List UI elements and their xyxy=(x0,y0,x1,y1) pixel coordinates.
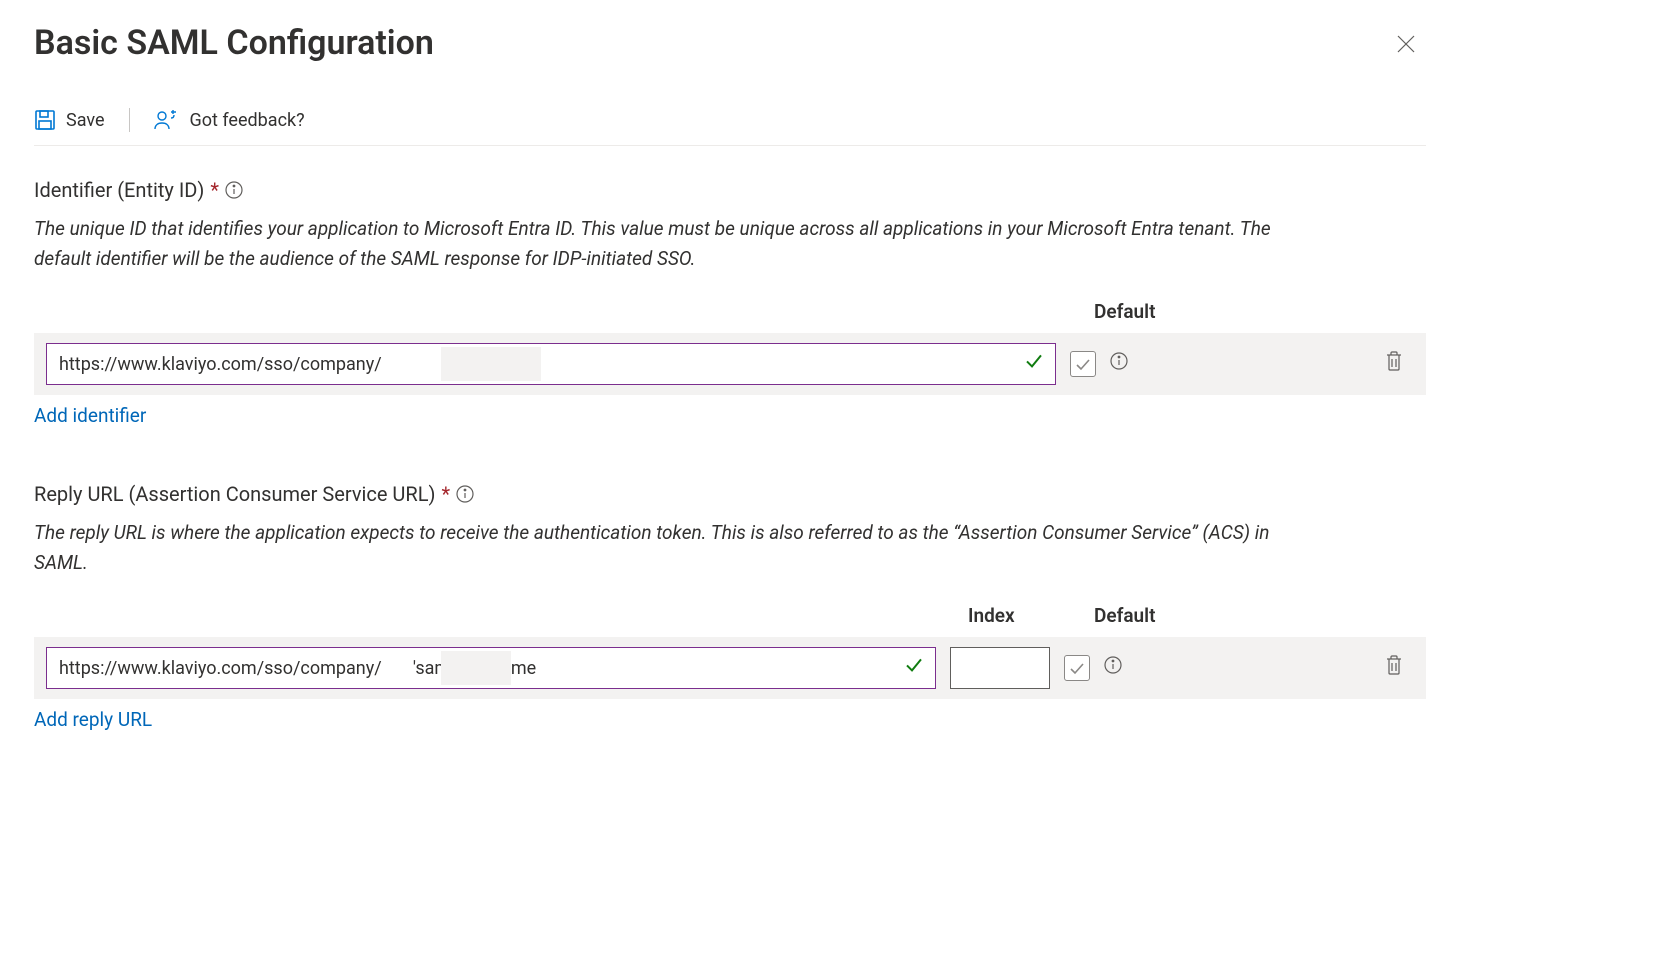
identifier-section: Identifier (Entity ID) * The unique ID t… xyxy=(34,176,1426,430)
identifier-delete-button[interactable] xyxy=(1384,350,1404,379)
reply-index-input[interactable] xyxy=(950,647,1050,689)
reply-description: The reply URL is where the application e… xyxy=(34,518,1284,579)
required-indicator: * xyxy=(441,480,450,508)
reply-row xyxy=(34,637,1426,699)
identifier-input[interactable] xyxy=(46,343,1056,385)
toolbar-divider xyxy=(129,108,130,132)
reply-section: Reply URL (Assertion Consumer Service UR… xyxy=(34,480,1426,734)
reply-default-checkbox[interactable] xyxy=(1064,655,1090,681)
save-icon xyxy=(34,109,56,131)
trash-icon xyxy=(1384,654,1404,676)
required-indicator: * xyxy=(210,176,219,204)
valid-check-icon xyxy=(904,655,924,682)
save-button[interactable]: Save xyxy=(34,108,105,133)
reply-delete-button[interactable] xyxy=(1384,654,1404,683)
check-icon xyxy=(1074,355,1092,373)
save-label: Save xyxy=(66,108,105,133)
reply-default-header: Default xyxy=(1094,603,1174,630)
identifier-description: The unique ID that identifies your appli… xyxy=(34,214,1284,275)
toolbar: Save Got feedback? xyxy=(34,108,1426,146)
info-icon[interactable] xyxy=(1104,656,1122,681)
identifier-label: Identifier (Entity ID) xyxy=(34,176,204,204)
trash-icon xyxy=(1384,350,1404,372)
close-icon xyxy=(1396,34,1416,54)
info-icon[interactable] xyxy=(225,181,243,199)
check-icon xyxy=(1068,659,1086,677)
identifier-default-header: Default xyxy=(1094,299,1174,326)
close-button[interactable] xyxy=(1396,34,1416,54)
reply-index-header: Index xyxy=(968,603,1094,630)
reply-label: Reply URL (Assertion Consumer Service UR… xyxy=(34,480,435,508)
info-icon[interactable] xyxy=(1110,352,1128,377)
valid-check-icon xyxy=(1024,351,1044,378)
page-title: Basic SAML Configuration xyxy=(34,20,434,68)
feedback-icon xyxy=(154,109,180,131)
feedback-button[interactable]: Got feedback? xyxy=(154,108,305,133)
identifier-row xyxy=(34,333,1426,395)
identifier-default-checkbox[interactable] xyxy=(1070,351,1096,377)
feedback-label: Got feedback? xyxy=(190,108,305,133)
add-identifier-link[interactable]: Add identifier xyxy=(34,403,146,430)
info-icon[interactable] xyxy=(456,485,474,503)
reply-url-input[interactable] xyxy=(46,647,936,689)
add-reply-link[interactable]: Add reply URL xyxy=(34,707,152,734)
